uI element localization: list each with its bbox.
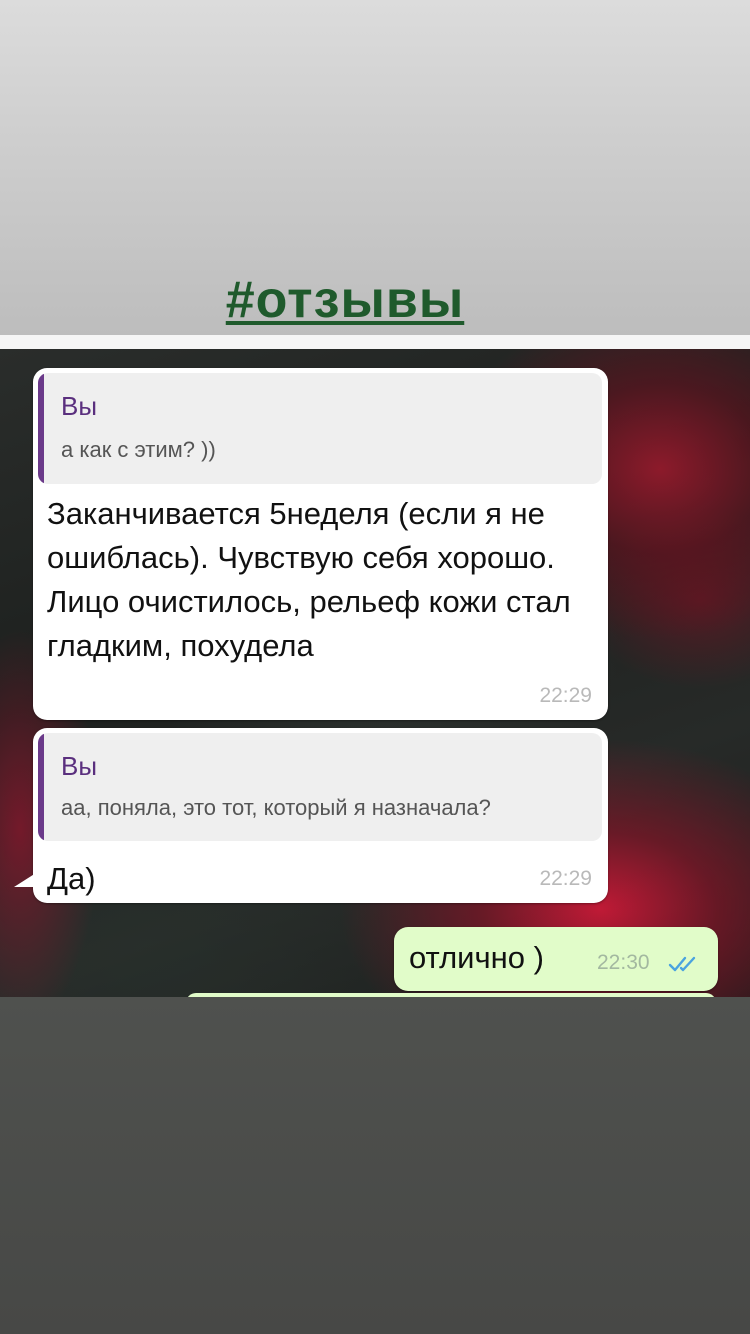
message-time: 22:30 xyxy=(597,951,650,974)
message-text: Да) xyxy=(47,861,96,896)
quote-text: аа, поняла, это тот, который я назначала… xyxy=(61,795,491,820)
story-top-area: #отзывы xyxy=(0,0,750,335)
outgoing-message[interactable]: отлично ) 22:30 xyxy=(394,927,718,991)
double-check-icon xyxy=(668,956,696,972)
hashtag-title: #отзывы xyxy=(225,271,465,329)
quote-author: Вы xyxy=(61,391,98,421)
message-time: 22:29 xyxy=(539,684,592,707)
incoming-message[interactable]: Вы аа, поняла, это тот, который я назнач… xyxy=(33,728,608,903)
incoming-message[interactable]: Вы а как с этим? )) Заканчивается 5недел… xyxy=(33,368,608,720)
quote-author: Вы xyxy=(61,751,98,781)
quote-text: а как с этим? )) xyxy=(61,437,216,462)
message-text: Заканчивается 5неделя (если я не ошиблас… xyxy=(47,496,571,663)
screenshot-top-border xyxy=(0,335,750,349)
message-time: 22:29 xyxy=(539,867,592,890)
chat-screenshot: Вы а как с этим? )) Заканчивается 5недел… xyxy=(0,349,750,997)
message-text: отлично ) xyxy=(409,940,544,975)
story-bottom-area xyxy=(0,997,750,1334)
quote-accent-bar xyxy=(38,373,44,484)
bubble-tail xyxy=(14,873,36,887)
quote-accent-bar xyxy=(38,733,44,841)
reply-quote[interactable]: Вы а как с этим? )) xyxy=(38,373,602,484)
reply-quote[interactable]: Вы аа, поняла, это тот, который я назнач… xyxy=(38,733,602,841)
